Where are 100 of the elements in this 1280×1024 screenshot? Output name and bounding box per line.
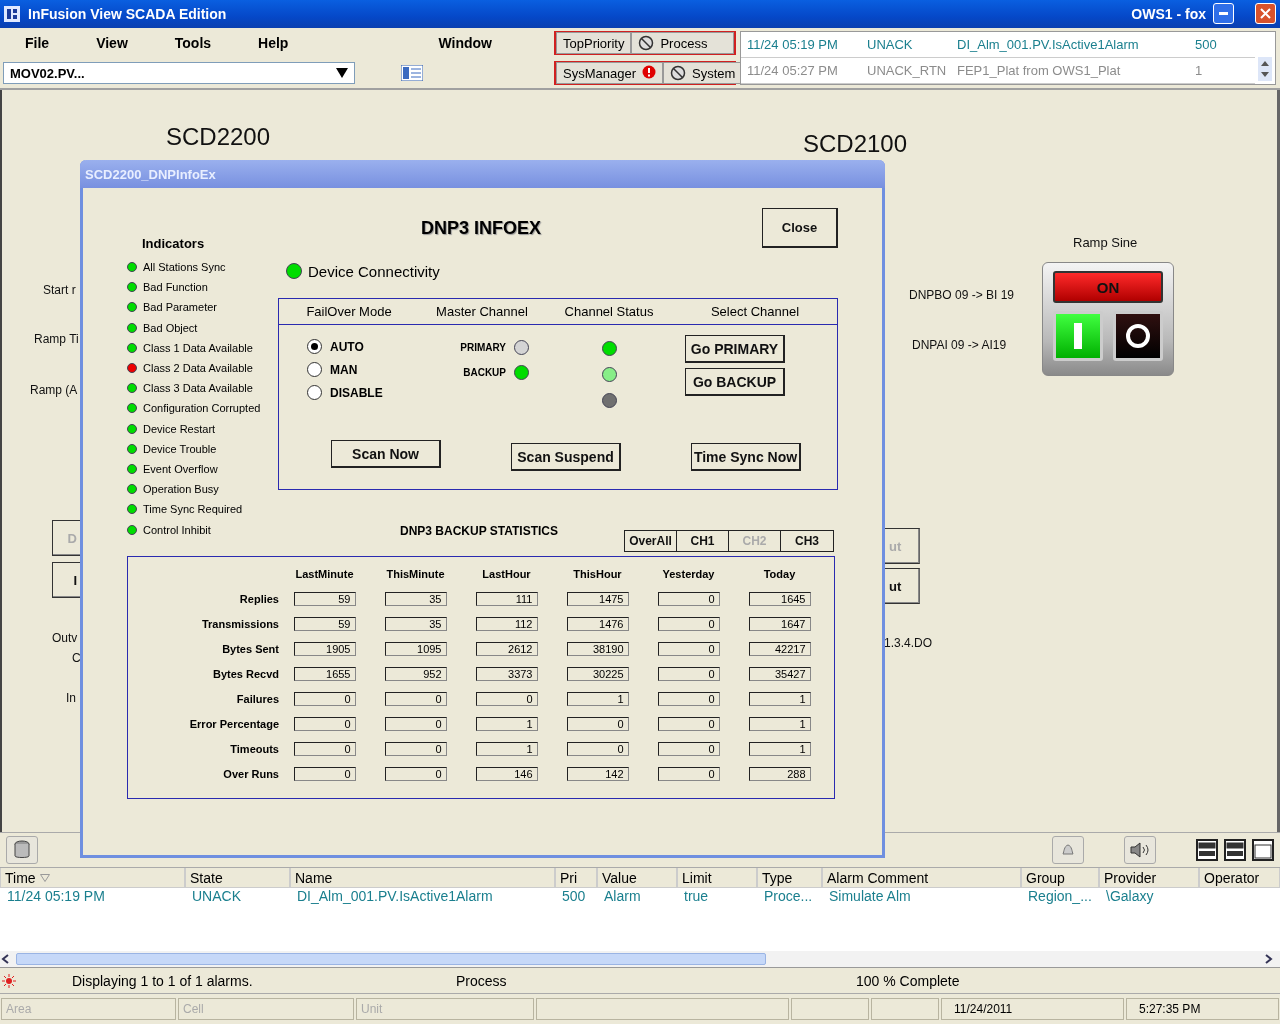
alarm-time: 11/24 05:27 PM xyxy=(747,63,839,78)
radio-label: AUTO xyxy=(330,339,364,354)
footer-cell xyxy=(871,998,939,1020)
column-header[interactable]: Alarm Comment xyxy=(822,868,1021,888)
column-header[interactable]: State xyxy=(185,868,290,888)
filter-button[interactable]: System xyxy=(663,62,743,84)
select-channel-button[interactable]: Go PRIMARY xyxy=(685,335,785,363)
point-dropdown[interactable]: MOV02.PV... xyxy=(3,62,355,84)
scroll-arrows-icon[interactable] xyxy=(1258,57,1272,81)
column-header[interactable]: Value xyxy=(597,868,677,888)
horizontal-scrollbar[interactable] xyxy=(0,951,1280,967)
column-header[interactable]: Group xyxy=(1021,868,1099,888)
value-field: 3373 xyxy=(475,666,538,681)
footer-field[interactable]: Cell xyxy=(178,998,354,1020)
row-label: Over Runs xyxy=(222,767,279,780)
radio-button[interactable] xyxy=(307,385,322,400)
alarm-state: UNACK_RTN xyxy=(867,63,948,78)
ban-icon xyxy=(670,65,686,81)
layout-icon[interactable] xyxy=(1196,839,1218,861)
tag-label: In xyxy=(66,691,76,705)
row-label: Bytes Sent xyxy=(221,642,279,655)
app-icon xyxy=(4,6,20,22)
close-button[interactable] xyxy=(1255,3,1276,24)
table-cell-text: Region_... xyxy=(1027,888,1093,906)
value-field: 1655 xyxy=(293,666,356,681)
indicator-label: Device Trouble xyxy=(143,442,217,455)
value-field: 1647 xyxy=(748,616,811,631)
database-button[interactable] xyxy=(6,836,38,864)
indicator-label: Operation Busy xyxy=(143,483,219,496)
speaker-button[interactable] xyxy=(1124,836,1156,864)
layout-icon[interactable] xyxy=(1224,839,1246,861)
select-channel-button[interactable]: Go BACKUP xyxy=(685,368,785,396)
column-header[interactable]: Time xyxy=(0,868,185,888)
column-header[interactable]: Pri xyxy=(555,868,597,888)
alarm-name: FEP1_Plat from OWS1_Plat xyxy=(957,63,1122,78)
column-header: ThisHour xyxy=(572,567,623,580)
menu-item[interactable]: Tools xyxy=(174,35,212,51)
table-cell-text: 11/24 05:19 PM xyxy=(6,888,106,906)
value-field: 142 xyxy=(566,766,629,781)
filter-button[interactable]: TopPriority xyxy=(556,32,632,54)
value-field: 2612 xyxy=(475,641,538,656)
value-field: 0 xyxy=(566,716,629,731)
status-filter: Process xyxy=(455,972,508,989)
tag-label: Start r xyxy=(43,283,76,297)
indicators-title: Indicators xyxy=(141,236,206,251)
tag-label: Ramp Ti xyxy=(34,332,79,346)
tag-label: DNPAI 09 -> AI19 xyxy=(912,338,1007,352)
value-field: 59 xyxy=(293,616,356,631)
column-header[interactable]: Operator xyxy=(1199,868,1280,888)
menu-item[interactable]: File xyxy=(0,35,50,51)
action-button[interactable]: Time Sync Now xyxy=(691,443,801,471)
sort-icon xyxy=(39,873,50,882)
stop-button[interactable] xyxy=(1113,311,1163,361)
indicator-label: Configuration Corrupted xyxy=(143,402,261,415)
indicator-label: Class 3 Data Available xyxy=(143,382,253,395)
column-header[interactable]: Limit xyxy=(677,868,757,888)
value-field: 1 xyxy=(475,741,538,756)
column-header[interactable]: Name xyxy=(290,868,555,888)
command-button[interactable]: ut xyxy=(884,568,920,604)
value-field: 1476 xyxy=(566,616,629,631)
value-field: 1905 xyxy=(293,641,356,656)
column-header: FailOver Mode xyxy=(279,299,419,325)
ramp-title: Ramp Sine xyxy=(1073,235,1138,250)
indicator-label: Device Restart xyxy=(143,422,216,435)
action-button[interactable]: Scan Now xyxy=(331,440,441,468)
database-icon xyxy=(13,840,31,860)
layout-icon[interactable] xyxy=(1252,839,1274,861)
column-header[interactable]: Provider xyxy=(1099,868,1199,888)
filter-button[interactable]: Process xyxy=(631,32,734,54)
completion-text: 100 % Complete xyxy=(855,972,961,989)
alarm-priority: 500 xyxy=(1195,37,1218,52)
alarm-name: DI_Alm_001.PV.IsActive1Alarm xyxy=(957,37,1140,52)
menu-item[interactable]: Help xyxy=(258,35,289,51)
value-field: 952 xyxy=(384,666,447,681)
scroll-thumb[interactable] xyxy=(16,953,766,965)
menu-item[interactable]: View xyxy=(96,35,128,51)
command-button[interactable]: I xyxy=(52,562,82,598)
minimize-button[interactable] xyxy=(1213,3,1234,24)
footer-field[interactable]: Unit xyxy=(356,998,534,1020)
menu-item[interactable]: Window xyxy=(288,35,492,51)
radio-button[interactable] xyxy=(307,339,322,354)
ring-icon xyxy=(1125,323,1151,349)
alarm-icon xyxy=(2,973,16,988)
value-field: 42217 xyxy=(748,641,811,656)
filter-button[interactable]: SysManager xyxy=(556,62,663,84)
value-field: 0 xyxy=(657,666,720,681)
start-button[interactable] xyxy=(1053,311,1103,361)
close-button[interactable]: Close xyxy=(762,208,838,248)
table-cell-text: true xyxy=(683,888,710,906)
indicator-label: Event Overflow xyxy=(143,462,218,475)
column-header[interactable]: Type xyxy=(757,868,822,888)
column-header: Master Channel xyxy=(419,299,545,325)
action-button[interactable]: Scan Suspend xyxy=(511,443,621,471)
radio-button[interactable] xyxy=(307,362,322,377)
value-field: 0 xyxy=(293,766,356,781)
value-field: 0 xyxy=(384,691,447,706)
footer-field[interactable]: Area xyxy=(1,998,176,1020)
grid-icon[interactable] xyxy=(401,65,423,81)
indicator-label: Control Inhibit xyxy=(143,523,211,536)
value-field: 0 xyxy=(293,741,356,756)
